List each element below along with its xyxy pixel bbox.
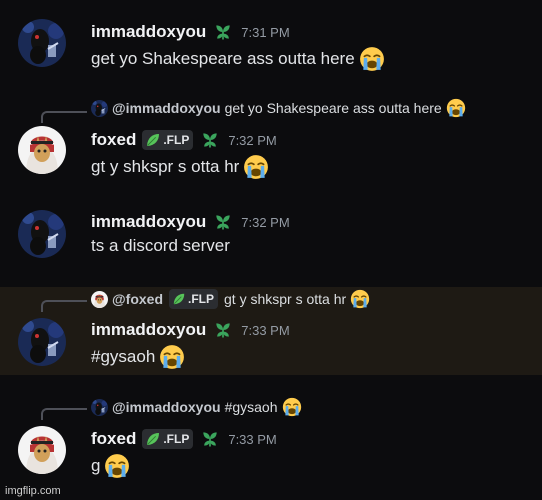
message-4: @foxed .FLP gt y shkspr s otta hr immadd… [0, 287, 542, 375]
username[interactable]: foxed [91, 130, 136, 150]
reply-preview[interactable]: @immaddoxyou #gysaoh [91, 397, 302, 417]
username[interactable]: immaddoxyou [91, 22, 206, 42]
message-2: @immaddoxyou get yo Shakespeare ass outt… [0, 92, 542, 192]
leaf-tag-icon [172, 292, 186, 306]
avatar[interactable] [18, 210, 66, 258]
reply-username[interactable]: @foxed [112, 291, 163, 307]
reply-connector [41, 111, 87, 123]
loudly-crying-emoji-icon [104, 453, 130, 479]
timestamp: 7:32 PM [228, 132, 277, 148]
watermark: imgflip.com [5, 485, 61, 497]
reply-text: #gysaoh [224, 399, 278, 415]
clover-badge-icon [200, 130, 220, 150]
reply-connector [41, 300, 87, 312]
message-header: immaddoxyou 7:31 PM [91, 20, 290, 44]
timestamp: 7:33 PM [228, 431, 277, 447]
timestamp: 7:33 PM [241, 322, 290, 338]
message-3: immaddoxyou 7:32 PM ts a discord server [0, 200, 542, 280]
username[interactable]: immaddoxyou [91, 212, 206, 232]
loudly-crying-emoji-icon [359, 46, 385, 72]
timestamp: 7:32 PM [241, 214, 290, 230]
message-text: ts a discord server [91, 236, 230, 256]
message-text: gt y shkspr s otta hr [91, 154, 269, 180]
message-1: immaddoxyou 7:31 PM get yo Shakespeare a… [0, 0, 542, 80]
reply-text: get yo Shakespeare ass outta here [224, 100, 442, 116]
loudly-crying-emoji-icon [282, 397, 302, 417]
loudly-crying-emoji-icon [350, 289, 370, 309]
user-avatar-icon [18, 210, 66, 258]
reply-connector [41, 408, 87, 420]
reply-avatar [91, 100, 108, 117]
message-text: get yo Shakespeare ass outta here [91, 46, 385, 72]
avatar[interactable] [18, 318, 66, 366]
server-tag-label: .FLP [163, 133, 190, 147]
server-tag[interactable]: .FLP [142, 429, 194, 449]
server-tag[interactable]: .FLP [169, 289, 218, 309]
clover-badge-icon [213, 320, 233, 340]
reply-username[interactable]: @immaddoxyou [112, 100, 221, 116]
message-header: immaddoxyou 7:33 PM [91, 318, 290, 342]
message-content: ts a discord server [91, 236, 230, 255]
leaf-tag-icon [145, 132, 161, 148]
user-avatar-icon [18, 426, 66, 474]
leaf-tag-icon [145, 431, 161, 447]
loudly-crying-emoji-icon [243, 154, 269, 180]
message-content: g [91, 456, 101, 475]
message-content: #gysaoh [91, 347, 156, 366]
reply-text: gt y shkspr s otta hr [224, 291, 347, 307]
message-text: g [91, 453, 130, 479]
reply-preview[interactable]: @foxed .FLP gt y shkspr s otta hr [91, 289, 370, 309]
username[interactable]: immaddoxyou [91, 320, 206, 340]
loudly-crying-emoji-icon [159, 344, 185, 370]
user-avatar-icon [18, 318, 66, 366]
server-tag-label: .FLP [188, 292, 214, 306]
timestamp: 7:31 PM [241, 24, 290, 40]
username[interactable]: foxed [91, 429, 136, 449]
clover-badge-icon [200, 429, 220, 449]
avatar[interactable] [18, 426, 66, 474]
clover-badge-icon [213, 212, 233, 232]
message-5: @immaddoxyou #gysaoh foxed .FLP 7:33 PM … [0, 392, 542, 492]
message-header: immaddoxyou 7:32 PM [91, 210, 290, 234]
reply-username[interactable]: @immaddoxyou [112, 399, 221, 415]
message-text: #gysaoh [91, 344, 185, 370]
server-tag-label: .FLP [163, 432, 190, 446]
reply-preview[interactable]: @immaddoxyou get yo Shakespeare ass outt… [91, 98, 466, 118]
reply-avatar [91, 291, 108, 308]
server-tag[interactable]: .FLP [142, 130, 194, 150]
clover-badge-icon [213, 22, 233, 42]
message-header: foxed .FLP 7:33 PM [91, 427, 277, 451]
user-avatar-icon [18, 19, 66, 67]
reply-avatar [91, 399, 108, 416]
message-header: foxed .FLP 7:32 PM [91, 128, 277, 152]
loudly-crying-emoji-icon [446, 98, 466, 118]
avatar[interactable] [18, 19, 66, 67]
message-content: get yo Shakespeare ass outta here [91, 49, 355, 68]
avatar[interactable] [18, 126, 66, 174]
message-content: gt y shkspr s otta hr [91, 157, 240, 176]
user-avatar-icon [18, 126, 66, 174]
